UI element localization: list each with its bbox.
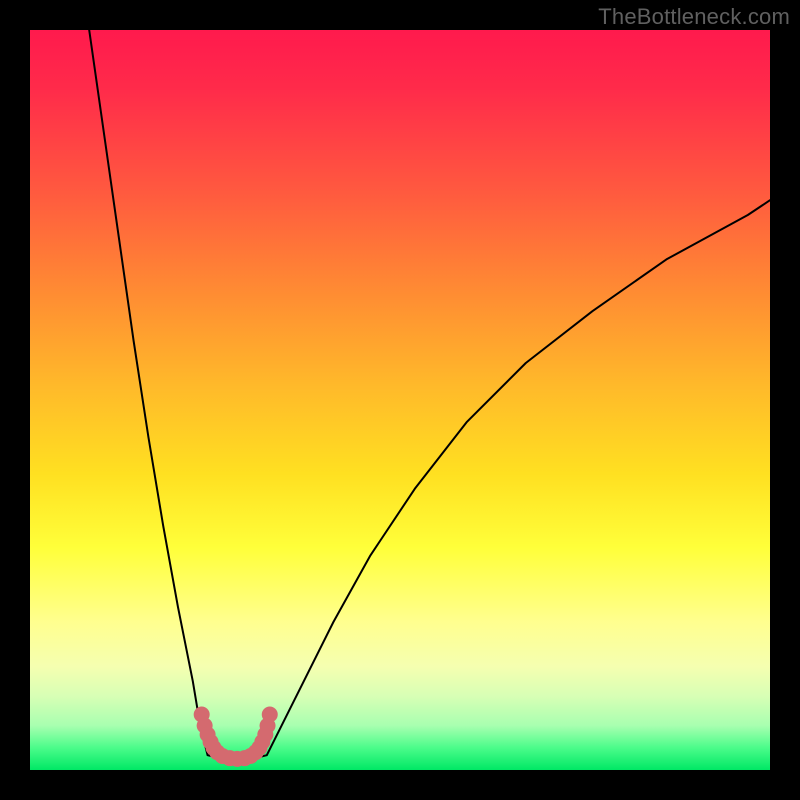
valley-marker-dot (262, 707, 278, 723)
chart-frame: TheBottleneck.com (0, 0, 800, 800)
valley-marker-group (194, 707, 278, 767)
watermark-text: TheBottleneck.com (598, 4, 790, 30)
chart-svg (30, 30, 770, 770)
bottleneck-curve (89, 30, 770, 760)
plot-area (30, 30, 770, 770)
